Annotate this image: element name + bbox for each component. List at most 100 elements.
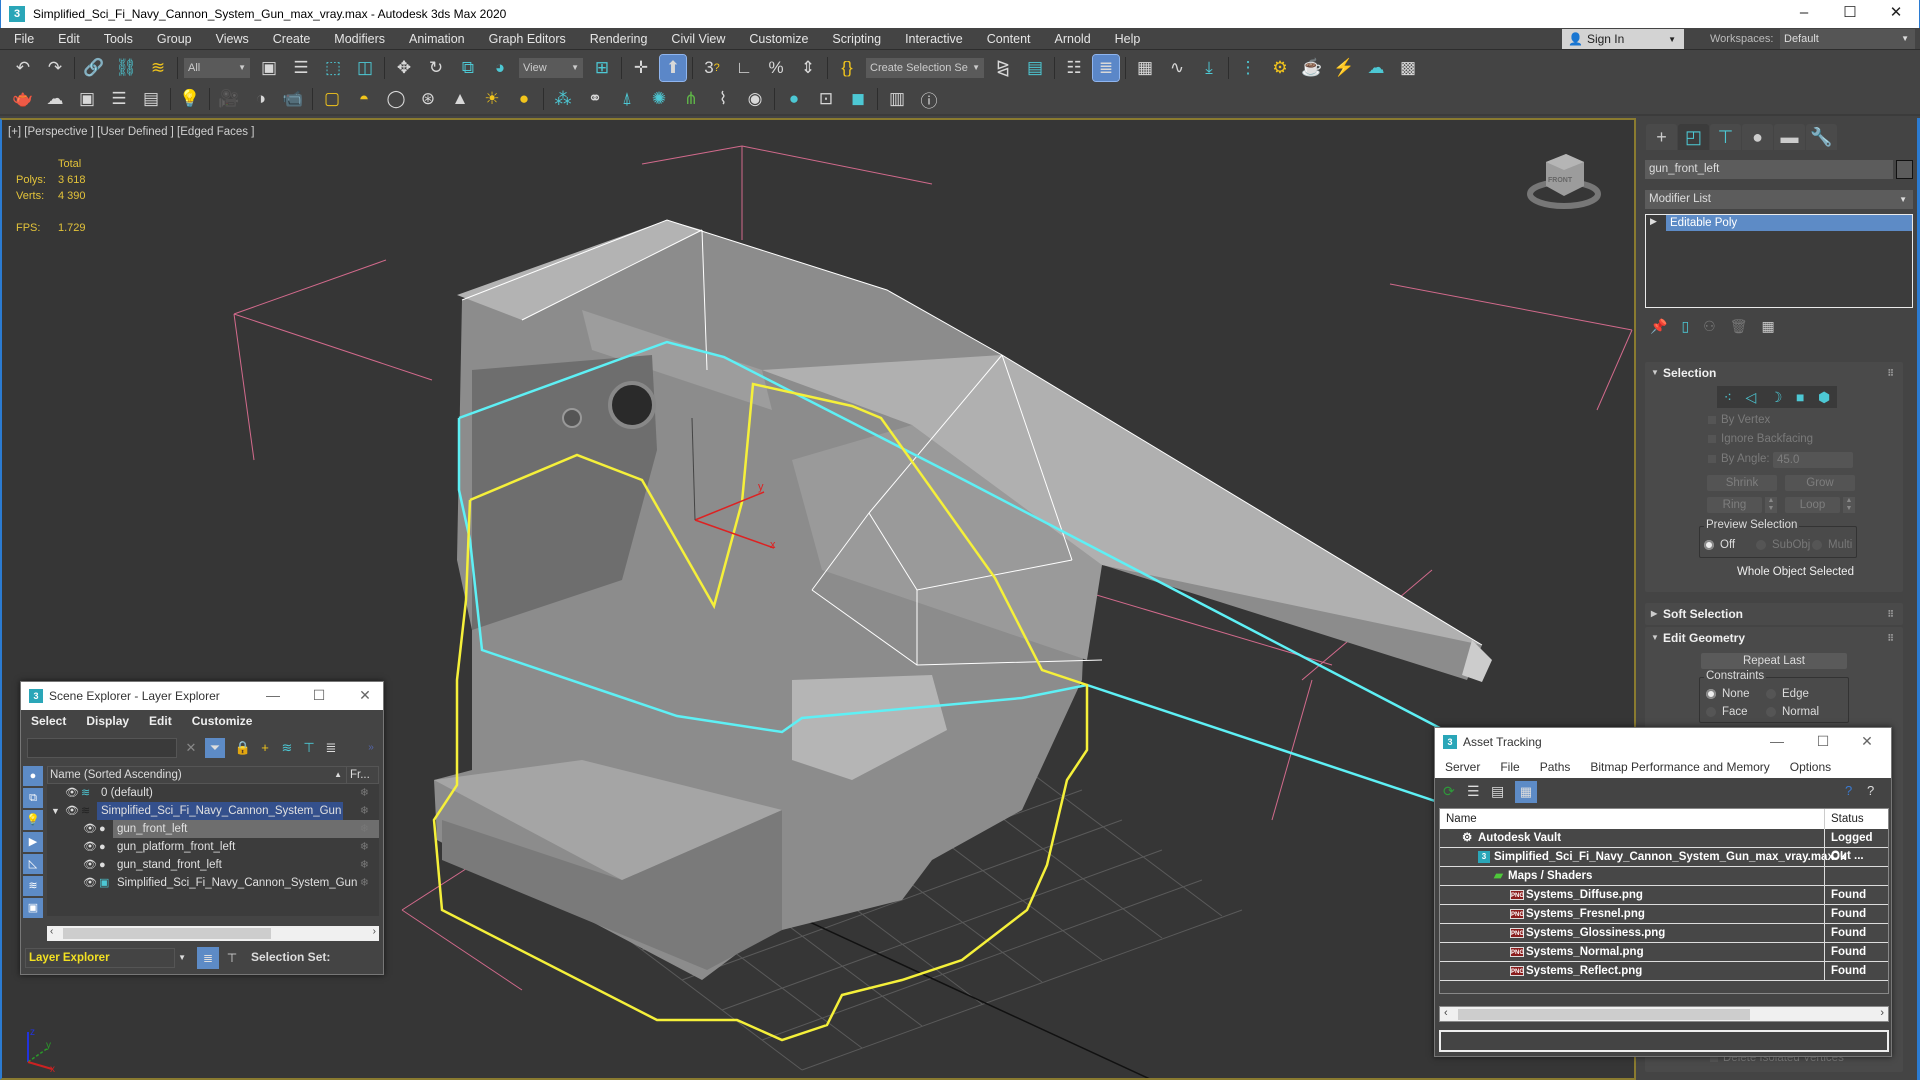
pin-stack-icon[interactable]: 📌 [1650, 318, 1667, 335]
loop-button[interactable]: Loop [1785, 497, 1840, 513]
lock-icon[interactable]: 🔒 [233, 738, 253, 758]
scroll-right-icon[interactable]: › [1880, 1007, 1884, 1019]
make-unique-icon[interactable]: ⚇ [1703, 318, 1716, 335]
drag-grip-icon[interactable]: ⠿ [1887, 627, 1895, 649]
hair-fur-icon[interactable]: ⌇ [710, 86, 736, 112]
keyboard-shortcut-override-icon[interactable]: ⬆ [659, 54, 687, 82]
angle-spinner-field[interactable]: 45.0 [1773, 452, 1853, 468]
modifier-list-dropdown[interactable]: Modifier List ▼ [1645, 190, 1913, 209]
element-mode-icon[interactable]: ⬢ [1818, 389, 1830, 406]
visibility-eye-icon[interactable]: 👁 [83, 856, 97, 874]
menu-animation[interactable]: Animation [395, 32, 475, 46]
display-geometry-icon[interactable]: ⧉ [23, 788, 43, 808]
shrink-button[interactable]: Shrink [1707, 475, 1777, 491]
display-lights-icon[interactable]: 💡 [23, 810, 43, 830]
maximize-button[interactable]: ☐ [1827, 0, 1873, 28]
asset-row[interactable]: PNG Systems_Glossiness.png Found [1440, 924, 1888, 943]
selection-rollout-header[interactable]: ▼ Selection ⠿ [1645, 362, 1903, 384]
menu-edit[interactable]: Edit [44, 32, 90, 46]
workspaces-select[interactable]: Default ▼ [1780, 29, 1915, 49]
freeze-icon[interactable]: ❄ [360, 838, 369, 856]
utilities-tab-icon[interactable]: 🔧 [1806, 124, 1837, 150]
scrollbar-thumb[interactable] [63, 928, 271, 939]
angle-snap-icon[interactable]: ∟ [731, 55, 757, 81]
menu-civil-view[interactable]: Civil View [657, 32, 735, 46]
plane-light-icon[interactable]: ▢ [319, 86, 345, 112]
name-column-header[interactable]: Name [1446, 809, 1477, 829]
render-material-icon[interactable]: ◼ [845, 86, 871, 112]
render-frame-icon[interactable]: ⚡ [1331, 55, 1357, 81]
cloud-icon[interactable]: ☁ [42, 86, 68, 112]
menu-interactive[interactable]: Interactive [891, 32, 973, 46]
rectangular-selection-icon[interactable]: ⬚ [320, 55, 346, 81]
redo-icon[interactable]: ↷ [42, 55, 68, 81]
object-color-swatch[interactable] [1896, 160, 1913, 179]
edit-named-selection-icon[interactable]: {} [834, 55, 860, 81]
menu-graph-editors[interactable]: Graph Editors [475, 32, 576, 46]
material-editor-icon[interactable]: ⚙ [1267, 55, 1293, 81]
asset-row[interactable]: ▰ Maps / Shaders [1440, 867, 1888, 886]
constraint-edge-radio[interactable]: Edge [1766, 688, 1809, 700]
maximize-button[interactable]: ☐ [1805, 728, 1841, 756]
tree-row[interactable]: 👁 ● gun_stand_front_left ❄ [47, 856, 379, 874]
tree-row[interactable]: 👁 ● gun_front_left ❄ [47, 820, 379, 838]
rotate-icon[interactable]: ↻ [423, 55, 449, 81]
visibility-eye-icon[interactable]: 👁 [65, 784, 79, 802]
dome-light-icon[interactable]: ◓ [351, 86, 377, 112]
sphere-half-icon[interactable]: ◑ [248, 86, 274, 112]
layer-explorer-icon[interactable]: ≣ [1092, 54, 1120, 82]
table-view-icon[interactable]: ▦ [1515, 781, 1537, 803]
filter-icon[interactable]: ⏷ [205, 738, 225, 758]
asset-row[interactable]: ⚙ Autodesk Vault Logged Out ... [1440, 829, 1888, 862]
loop-spinner[interactable]: ▲ ▼ [1843, 497, 1855, 513]
ring-spinner[interactable]: ▲ ▼ [1765, 497, 1777, 513]
menu-scripting[interactable]: Scripting [818, 32, 891, 46]
menu-file[interactable]: File [0, 32, 44, 46]
explorer-mode-dropdown[interactable]: Layer Explorer ▼ [25, 948, 186, 968]
asset-row[interactable]: PNG Systems_Diffuse.png Found [1440, 886, 1888, 905]
menu-customize[interactable]: Customize [735, 32, 818, 46]
by-vertex-checkbox[interactable]: By Vertex [1707, 414, 1770, 426]
unlink-icon[interactable]: ⛓ [113, 55, 139, 81]
physical-camera-icon[interactable]: 📹 [280, 86, 306, 112]
tree-row[interactable]: 👁 ▣ Simplified_Sci_Fi_Navy_Cannon_System… [47, 874, 379, 892]
grass-icon[interactable]: ⋔ [678, 86, 704, 112]
display-tab-icon[interactable]: ▬ [1774, 124, 1805, 150]
scale-icon[interactable]: ⧉ [455, 55, 481, 81]
status-column-header[interactable]: Status [1824, 809, 1864, 829]
material-browser-icon[interactable]: ⊡ [813, 86, 839, 112]
bind-space-warp-icon[interactable]: ≋ [145, 55, 171, 81]
sun-icon[interactable]: ☀ [479, 86, 505, 112]
menu-modifiers[interactable]: Modifiers [320, 32, 395, 46]
asset-row[interactable]: PNG Systems_Normal.png Found [1440, 943, 1888, 962]
tree-view-icon[interactable]: ▤ [1491, 783, 1504, 800]
remove-modifier-icon[interactable]: 🗑 [1730, 318, 1748, 335]
menu-arnold[interactable]: Arnold [1041, 32, 1101, 46]
curve-editor-icon[interactable]: ∿ [1164, 55, 1190, 81]
snaps-toggle-icon[interactable]: 3? [699, 55, 725, 81]
light-lister-icon[interactable]: 💡 [177, 86, 203, 112]
tree-row[interactable]: 👁 ● gun_platform_front_left ❄ [47, 838, 379, 856]
freeze-icon[interactable]: ❄ [360, 784, 369, 802]
object-name-field[interactable]: gun_front_left [1645, 160, 1893, 179]
named-selection-dropdown[interactable]: Create Selection Se ▼ [866, 58, 984, 78]
freeze-icon[interactable]: ❄ [360, 874, 369, 892]
scene-explorer-search-input[interactable] [27, 738, 177, 758]
horizontal-scrollbar[interactable]: ‹ › [1439, 1006, 1889, 1022]
select-object-icon[interactable]: ▣ [256, 55, 282, 81]
camera-icon[interactable]: 🎥 [216, 86, 242, 112]
at-menu-paths[interactable]: Paths [1530, 760, 1581, 774]
refresh-icon[interactable]: ⟳ [1443, 783, 1455, 800]
se-menu-customize[interactable]: Customize [182, 714, 263, 728]
visibility-eye-icon[interactable]: 👁 [83, 820, 97, 838]
scrollbar-thumb[interactable] [1458, 1009, 1750, 1020]
more-tools-icon[interactable]: » [361, 738, 381, 758]
create-tab-icon[interactable]: + [1646, 124, 1677, 150]
list-icon[interactable]: ☰ [106, 86, 132, 112]
asset-tracking-titlebar[interactable]: 3 Asset Tracking — ☐ ✕ [1435, 728, 1891, 756]
mesh-light-icon[interactable]: ⊛ [415, 86, 441, 112]
volume-grid-icon[interactable]: ✺ [646, 86, 672, 112]
motion-tab-icon[interactable]: ● [1742, 124, 1773, 150]
frame-buffer-icon[interactable]: ▥ [884, 86, 910, 112]
display-groups-icon[interactable]: ▣ [23, 898, 43, 918]
